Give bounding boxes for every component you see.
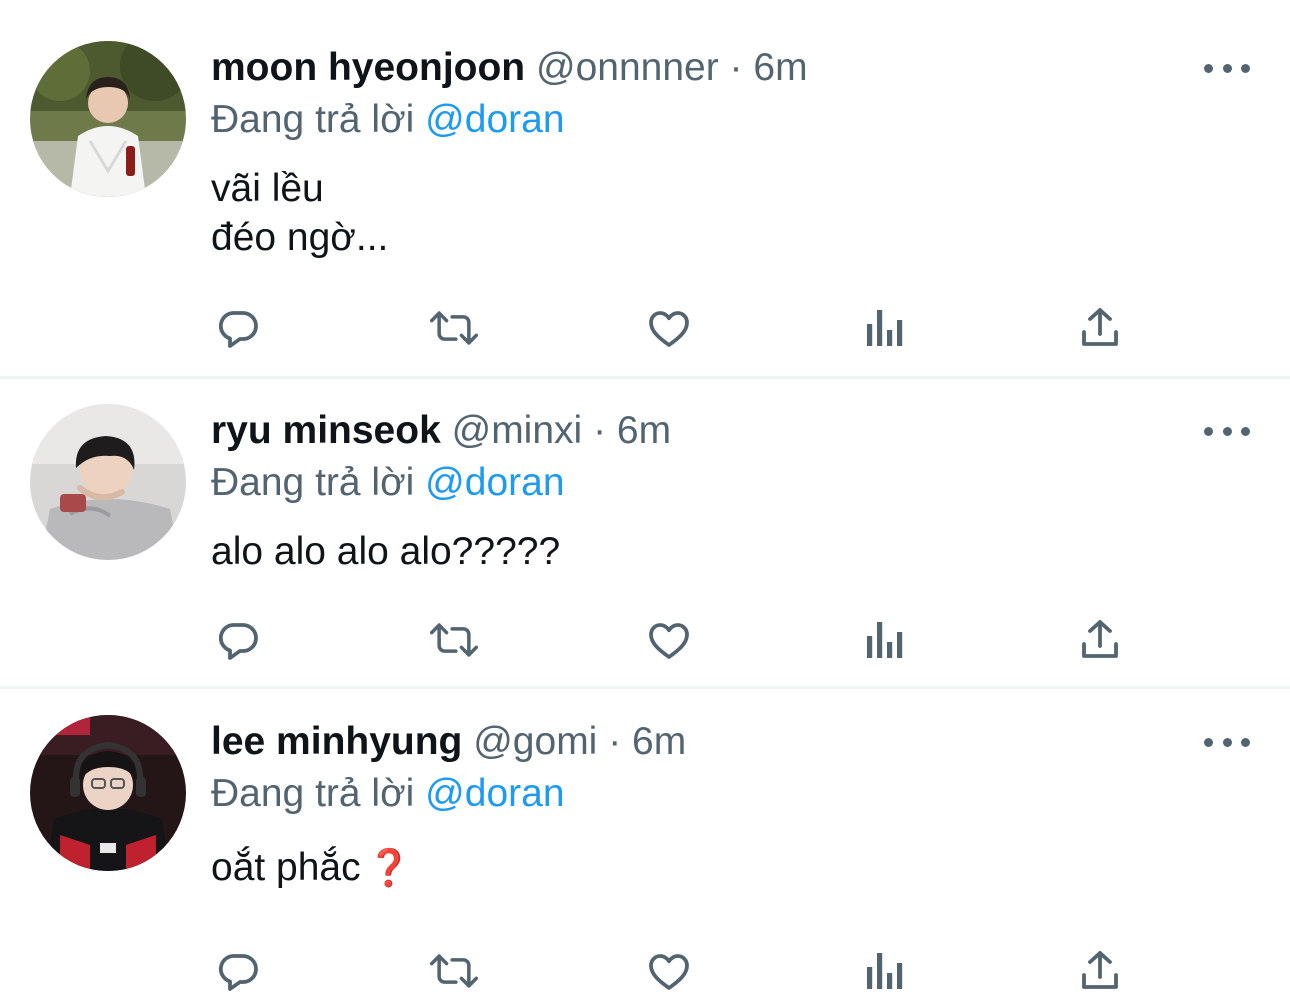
retweet-button[interactable]	[428, 946, 480, 996]
replying-label: Đang trả lời	[211, 98, 415, 141]
tweet-header: lee minhyung @gomi · 6m	[211, 718, 686, 766]
replying-label: Đang trả lời	[211, 461, 415, 504]
tweet-text-content: vãi lều đéo ngờ...	[211, 167, 389, 259]
views-icon	[867, 622, 903, 658]
views-button[interactable]	[859, 946, 911, 996]
mention-link[interactable]: @doran	[425, 98, 564, 141]
like-button[interactable]	[643, 615, 695, 665]
share-icon	[1082, 308, 1118, 346]
views-icon	[867, 310, 903, 346]
mention-link[interactable]: @doran	[425, 461, 564, 504]
like-icon	[649, 954, 689, 990]
display-name[interactable]: lee minhyung	[211, 720, 462, 763]
separator-dot: ·	[729, 46, 743, 89]
timestamp[interactable]: 6m	[632, 720, 686, 763]
action-bar	[0, 303, 1290, 353]
timestamp[interactable]: 6m	[753, 46, 807, 89]
replying-to: Đang trả lời @doran	[211, 96, 565, 144]
display-name[interactable]: moon hyeonjoon	[211, 46, 525, 89]
reply-button[interactable]	[212, 303, 264, 353]
separator-dot: ·	[593, 409, 607, 452]
timestamp[interactable]: 6m	[617, 409, 671, 452]
tweet[interactable]: ryu minseok @minxi · 6m Đang trả lời @do…	[0, 377, 1290, 689]
retweet-icon	[429, 311, 479, 345]
retweet-icon	[429, 954, 479, 988]
share-button[interactable]	[1074, 615, 1126, 665]
reply-icon	[218, 954, 258, 991]
share-icon	[1082, 951, 1118, 989]
share-button[interactable]	[1074, 303, 1126, 353]
like-button[interactable]	[643, 303, 695, 353]
like-icon	[649, 623, 689, 659]
retweet-icon	[429, 623, 479, 657]
share-icon	[1082, 620, 1118, 658]
more-icon[interactable]	[1204, 421, 1250, 441]
tweet-text: alo alo alo alo?????	[211, 527, 560, 576]
tweet-text: oắt phắc ❓	[211, 843, 411, 892]
retweet-button[interactable]	[428, 615, 480, 665]
action-bar	[0, 946, 1290, 996]
retweet-button[interactable]	[428, 303, 480, 353]
tweet-header: ryu minseok @minxi · 6m	[211, 407, 671, 455]
views-icon	[867, 953, 903, 989]
separator-dot: ·	[608, 720, 622, 763]
share-button[interactable]	[1074, 946, 1126, 996]
reply-icon	[218, 311, 258, 348]
reply-button[interactable]	[212, 615, 264, 665]
more-icon[interactable]	[1204, 732, 1250, 752]
views-button[interactable]	[859, 615, 911, 665]
tweet-text: vãi lều đéo ngờ...	[211, 164, 388, 262]
replying-label: Đang trả lời	[211, 772, 415, 815]
mention-link[interactable]: @doran	[425, 772, 564, 815]
tweet-text-content: oắt phắc	[211, 846, 361, 889]
reply-icon	[218, 623, 258, 660]
more-icon[interactable]	[1204, 58, 1250, 78]
action-bar	[0, 615, 1290, 665]
question-emoji-icon: ❓	[366, 847, 412, 888]
tweet[interactable]: lee minhyung @gomi · 6m Đang trả lời @do…	[0, 688, 1290, 1008]
avatar[interactable]	[30, 404, 186, 560]
like-button[interactable]	[643, 946, 695, 996]
user-handle[interactable]: @onnnner	[536, 46, 719, 89]
user-handle[interactable]: @gomi	[473, 720, 597, 763]
display-name[interactable]: ryu minseok	[211, 409, 441, 452]
tweet-text-content: alo alo alo alo?????	[211, 530, 561, 573]
replying-to: Đang trả lời @doran	[211, 459, 565, 507]
avatar[interactable]	[30, 715, 186, 871]
user-handle[interactable]: @minxi	[452, 409, 583, 452]
reply-button[interactable]	[212, 946, 264, 996]
reply-feed: moon hyeonjoon @onnnner · 6m Đang trả lờ…	[0, 0, 1290, 1008]
views-button[interactable]	[859, 303, 911, 353]
like-icon	[649, 311, 689, 347]
avatar[interactable]	[30, 41, 186, 197]
replying-to: Đang trả lời @doran	[211, 770, 565, 818]
tweet-header: moon hyeonjoon @onnnner · 6m	[211, 44, 808, 92]
tweet[interactable]: moon hyeonjoon @onnnner · 6m Đang trả lờ…	[0, 0, 1290, 379]
